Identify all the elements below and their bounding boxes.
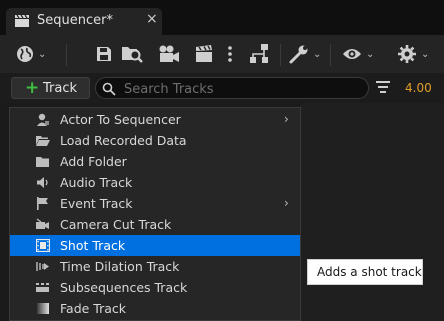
more-icon xyxy=(228,46,232,62)
menu-item-actor-to-sequencer[interactable]: Actor To Sequencer › xyxy=(10,109,300,130)
tab-title: Sequencer* xyxy=(37,13,113,28)
render-movie-button[interactable] xyxy=(158,41,180,67)
tooltip: Adds a shot track. xyxy=(307,259,426,285)
add-track-label: Track xyxy=(43,81,78,96)
clapperboard-button[interactable] xyxy=(194,41,214,67)
add-track-menu: Actor To Sequencer › Load Recorded Data … xyxy=(9,107,301,321)
plus-icon: + xyxy=(25,78,40,98)
toolbar: ⌄ ⌄ ⌄ ⌄ xyxy=(0,35,444,73)
folder-open-icon xyxy=(36,136,50,146)
search-box xyxy=(95,77,369,99)
camera-icon xyxy=(159,45,179,62)
hierarchy-icon xyxy=(250,44,268,63)
menu-item-shot-track[interactable]: Shot Track xyxy=(10,235,300,256)
timeline-area xyxy=(300,103,444,321)
tab-bar: Sequencer* × xyxy=(0,0,444,35)
speaker-icon xyxy=(37,177,48,188)
tooltip-text: Adds a shot track. xyxy=(317,265,426,279)
folder-icon xyxy=(36,157,49,167)
actor-icon xyxy=(37,113,49,126)
menu-item-event-track[interactable]: Event Track › xyxy=(10,193,300,214)
browse-icon xyxy=(122,47,143,63)
menu-item-subsequences-track[interactable]: Subsequences Track xyxy=(10,277,300,298)
clapperboard-icon xyxy=(196,45,212,62)
gear-icon xyxy=(398,45,416,63)
save-icon xyxy=(97,47,111,61)
menu-item-audio-track[interactable]: Audio Track xyxy=(10,172,300,193)
close-icon[interactable]: × xyxy=(146,11,158,27)
track-filter-bar: + Track 4.00 xyxy=(0,73,444,103)
eye-icon xyxy=(343,49,361,59)
film-icon xyxy=(36,239,50,252)
add-track-button[interactable]: + Track xyxy=(11,77,90,99)
tab-sequencer[interactable]: Sequencer* × xyxy=(6,8,162,35)
search-icon xyxy=(102,82,116,96)
more-options-button[interactable] xyxy=(226,41,234,67)
search-tracks-input[interactable] xyxy=(122,79,366,99)
clapperboard-icon xyxy=(15,14,29,27)
menu-item-camera-cut-track[interactable]: Camera Cut Track xyxy=(10,214,300,235)
divider xyxy=(280,44,281,66)
menu-item-fade-track[interactable]: Fade Track xyxy=(10,298,300,319)
chevron-down-icon: ⌄ xyxy=(38,48,47,60)
filter-icon[interactable] xyxy=(376,81,390,93)
browse-button[interactable] xyxy=(121,41,143,67)
fade-icon xyxy=(37,303,49,314)
frame-rate-value[interactable]: 4.00 xyxy=(405,81,432,95)
subsequence-icon xyxy=(36,283,49,292)
time-dilation-icon xyxy=(36,262,49,271)
save-button[interactable] xyxy=(95,41,113,67)
settings-button[interactable]: ⌄ xyxy=(397,41,429,67)
menu-item-load-recorded-data[interactable]: Load Recorded Data xyxy=(10,130,300,151)
flag-icon xyxy=(37,197,48,210)
wrench-icon xyxy=(289,45,308,64)
chevron-right-icon: › xyxy=(284,196,289,210)
chevron-right-icon: › xyxy=(284,112,289,126)
tools-button[interactable]: ⌄ xyxy=(289,41,321,67)
world-settings-button[interactable]: ⌄ xyxy=(16,41,46,67)
camera-cut-icon xyxy=(36,218,49,229)
menu-item-add-folder[interactable]: Add Folder xyxy=(10,151,300,172)
chevron-down-icon: ⌄ xyxy=(366,48,375,60)
world-icon xyxy=(17,46,33,62)
divider xyxy=(330,44,331,66)
hierarchy-button[interactable] xyxy=(248,41,270,67)
view-options-button[interactable]: ⌄ xyxy=(342,41,374,67)
chevron-down-icon: ⌄ xyxy=(313,48,322,60)
divider xyxy=(66,44,67,66)
chevron-down-icon: ⌄ xyxy=(421,48,430,60)
menu-item-time-dilation-track[interactable]: Time Dilation Track xyxy=(10,256,300,277)
